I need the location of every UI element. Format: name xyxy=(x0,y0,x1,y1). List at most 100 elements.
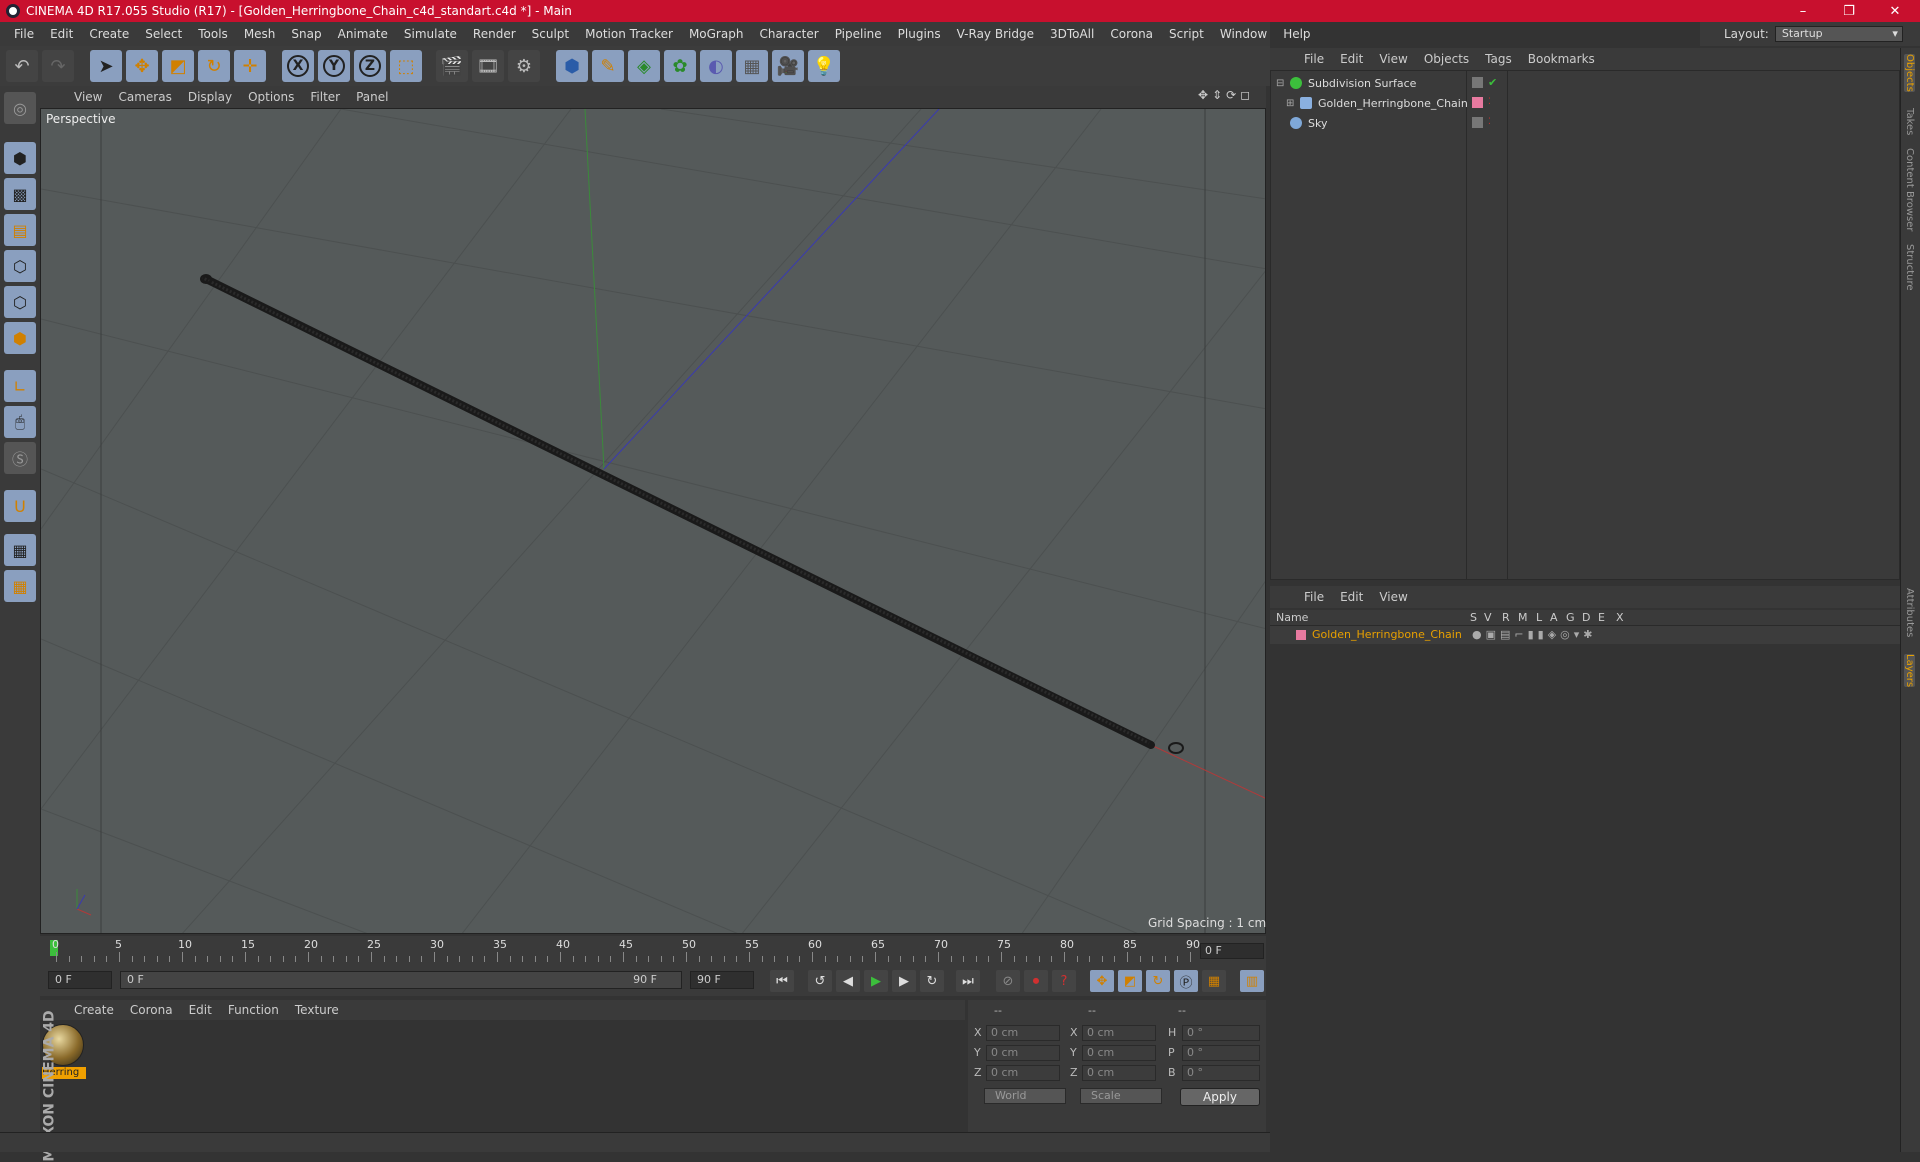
layout-dropdown[interactable]: Startup xyxy=(1774,26,1903,42)
frame-range-slider[interactable]: 0 F 90 F xyxy=(120,971,682,989)
object-menu-edit[interactable]: Edit xyxy=(1332,52,1371,66)
rotation-h-field[interactable]: 0 ° xyxy=(1182,1025,1260,1041)
apply-button[interactable]: Apply xyxy=(1180,1088,1260,1106)
material-menu-function[interactable]: Function xyxy=(220,1003,287,1017)
model-mode-icon[interactable]: ⬢ xyxy=(4,142,36,174)
camera-icon[interactable]: 🎥 xyxy=(772,50,804,82)
size-y-field[interactable]: 0 cm xyxy=(1082,1045,1156,1061)
object-menu-view[interactable]: View xyxy=(1371,52,1415,66)
viewport-menu-cameras[interactable]: Cameras xyxy=(110,90,179,104)
current-frame-field[interactable]: 0 F xyxy=(1200,943,1264,959)
restore-button[interactable]: ❐ xyxy=(1826,0,1872,22)
coordinate-system-icon[interactable]: ⬚ xyxy=(390,50,422,82)
object-row-subdivision[interactable]: ⊟ Subdivision Surface xyxy=(1276,74,1416,92)
record-keys-icon[interactable]: ⊘ xyxy=(996,970,1020,992)
key-rotation-icon[interactable]: ↻ xyxy=(1146,970,1170,992)
enabled-check-icon[interactable]: ✔ xyxy=(1488,77,1499,88)
menu-3dtoall[interactable]: 3DToAll xyxy=(1042,27,1102,41)
maximize-view-icon[interactable]: ◻ xyxy=(1240,88,1250,106)
light-icon[interactable]: 💡 xyxy=(808,50,840,82)
viewport-menu-options[interactable]: Options xyxy=(240,90,302,104)
texture-mode-icon[interactable]: ▩ xyxy=(4,178,36,210)
magnet-icon[interactable]: U xyxy=(4,490,36,522)
menu-edit[interactable]: Edit xyxy=(42,27,81,41)
snap-icon[interactable]: Ⓢ xyxy=(4,442,36,474)
material-menu-corona[interactable]: Corona xyxy=(122,1003,181,1017)
menu-script[interactable]: Script xyxy=(1161,27,1212,41)
menu-plugins[interactable]: Plugins xyxy=(890,27,949,41)
material-menu-create[interactable]: Create xyxy=(66,1003,122,1017)
subdivision-icon[interactable]: ◈ xyxy=(628,50,660,82)
expand-icon[interactable]: ⊞ xyxy=(1286,98,1296,109)
key-scale-icon[interactable]: ◩ xyxy=(1118,970,1142,992)
tab-content-browser[interactable]: Content Browser xyxy=(1904,148,1915,231)
rotation-b-field[interactable]: 0 ° xyxy=(1182,1065,1260,1081)
object-menu-file[interactable]: File xyxy=(1296,52,1332,66)
material-menu-texture[interactable]: Texture xyxy=(287,1003,347,1017)
start-frame-field[interactable]: 0 F xyxy=(48,971,112,989)
perspective-viewport[interactable] xyxy=(40,108,1266,934)
layer-menu-file[interactable]: File xyxy=(1296,590,1332,604)
key-parameter-icon[interactable]: Ⓟ xyxy=(1174,970,1198,992)
pan-icon[interactable]: ✥ xyxy=(1198,88,1208,106)
make-editable-icon[interactable]: ◎ xyxy=(4,92,36,124)
menu-motion-tracker[interactable]: Motion Tracker xyxy=(577,27,681,41)
layer-color-tag-icon[interactable] xyxy=(1472,97,1483,108)
layer-flags-icons[interactable]: ●▣▤⌐▮▮◈◎▾✱ xyxy=(1472,628,1597,641)
size-z-field[interactable]: 0 cm xyxy=(1082,1065,1156,1081)
edges-mode-icon[interactable]: ⬡ xyxy=(4,286,36,318)
menu-window[interactable]: Window xyxy=(1212,27,1275,41)
close-button[interactable]: ✕ xyxy=(1872,0,1918,22)
minimize-button[interactable]: – xyxy=(1780,0,1826,22)
zoom-icon[interactable]: ⇕ xyxy=(1212,88,1222,106)
layer-menu-edit[interactable]: Edit xyxy=(1332,590,1371,604)
menu-snap[interactable]: Snap xyxy=(283,27,329,41)
transform-mode-dropdown[interactable]: Scale xyxy=(1080,1088,1162,1104)
timeline-window-icon[interactable]: ▥ xyxy=(1240,970,1264,992)
visibility-dots-icon[interactable]: ⁚ xyxy=(1488,117,1499,128)
viewport-menu-panel[interactable]: Panel xyxy=(348,90,396,104)
timeline-ruler[interactable]: 0 5 10 15 20 25 30 35 40 45 50 55 60 65 70 75 80 85 90 xyxy=(40,936,1266,966)
go-to-start-icon[interactable]: ⏮ xyxy=(770,970,794,992)
menu-help[interactable]: Help xyxy=(1275,27,1318,41)
select-arrow-icon[interactable]: ➤ xyxy=(90,50,122,82)
next-key-icon[interactable]: ↻ xyxy=(920,970,944,992)
previous-key-icon[interactable]: ↺ xyxy=(808,970,832,992)
layer-row[interactable]: Golden_Herringbone_Chain ●▣▤⌐▮▮◈◎▾✱ xyxy=(1270,626,1900,644)
go-to-end-icon[interactable]: ⏭ xyxy=(956,970,980,992)
render-settings-icon[interactable]: ⚙ xyxy=(508,50,540,82)
x-axis-button[interactable]: X xyxy=(282,50,314,82)
menu-create[interactable]: Create xyxy=(81,27,137,41)
workplane-icon[interactable]: ▤ xyxy=(4,214,36,246)
menu-simulate[interactable]: Simulate xyxy=(396,27,465,41)
redo-icon[interactable]: ↷ xyxy=(42,50,74,82)
menu-sculpt[interactable]: Sculpt xyxy=(524,27,577,41)
key-position-icon[interactable]: ✥ xyxy=(1090,970,1114,992)
object-menu-tags[interactable]: Tags xyxy=(1477,52,1520,66)
transform-icon[interactable]: ✛ xyxy=(234,50,266,82)
menu-select[interactable]: Select xyxy=(137,27,190,41)
autokey-icon[interactable]: ⏺ xyxy=(1024,970,1048,992)
position-z-field[interactable]: 0 cm xyxy=(986,1065,1060,1081)
tweak-mode-icon[interactable]: 🖱 xyxy=(4,406,36,438)
axis-mode-icon[interactable]: ∟ xyxy=(4,370,36,402)
object-menu-objects[interactable]: Objects xyxy=(1416,52,1477,66)
menu-animate[interactable]: Animate xyxy=(330,27,396,41)
render-view-icon[interactable]: 🎬 xyxy=(436,50,468,82)
layer-menu-view[interactable]: View xyxy=(1371,590,1415,604)
render-picture-viewer-icon[interactable]: 🎞 xyxy=(472,50,504,82)
visibility-dots-icon[interactable]: ⁚ xyxy=(1488,97,1499,108)
object-row-sky[interactable]: Sky xyxy=(1290,114,1327,132)
grid-workplane-icon[interactable]: ▦ xyxy=(4,570,36,602)
floor-icon[interactable]: ▦ xyxy=(736,50,768,82)
scale-icon[interactable]: ◩ xyxy=(162,50,194,82)
layer-tag-icon[interactable] xyxy=(1472,117,1483,128)
tab-attributes[interactable]: Attributes xyxy=(1904,588,1915,637)
menu-pipeline[interactable]: Pipeline xyxy=(827,27,890,41)
layer-tag-icon[interactable] xyxy=(1472,77,1483,88)
menu-mograph[interactable]: MoGraph xyxy=(681,27,752,41)
next-frame-icon[interactable]: ▶ xyxy=(892,970,916,992)
rotation-p-field[interactable]: 0 ° xyxy=(1182,1045,1260,1061)
collapse-icon[interactable]: ⊟ xyxy=(1276,78,1286,89)
object-row-chain[interactable]: ⊞ Golden_Herringbone_Chain xyxy=(1286,94,1468,112)
